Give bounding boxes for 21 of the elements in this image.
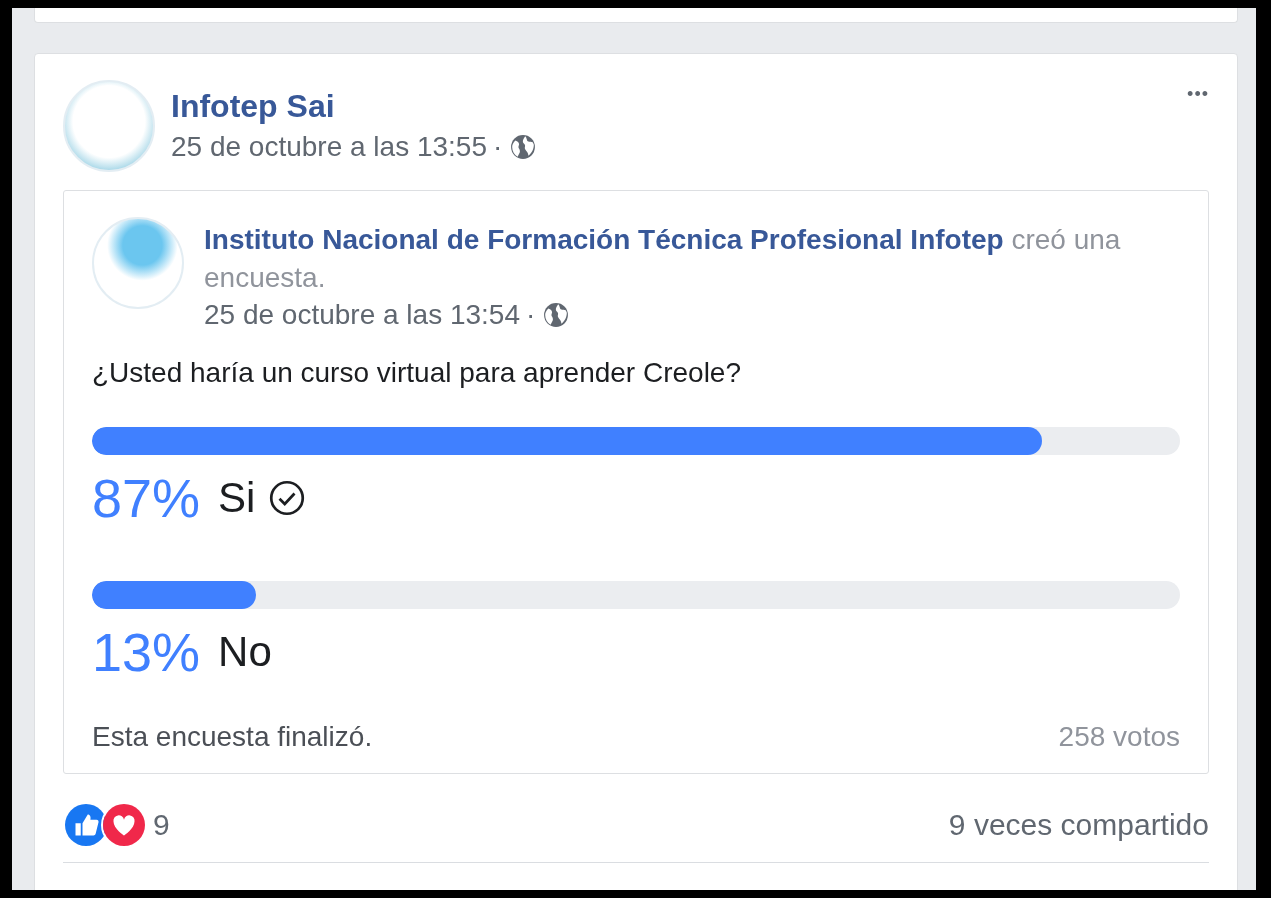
shared-post-title: Instituto Nacional de Formación Técnica Profesional Infotep creó una encuesta. [204,223,1122,295]
separator-dot: · [493,131,503,163]
vote-count[interactable]: 258 votos [1058,721,1180,753]
poll-percent: 87% [92,467,201,529]
poll-status: Esta encuesta finalizó. [92,721,373,753]
check-circle-icon [269,480,306,516]
globe-icon [510,134,537,160]
share-count-link[interactable]: 9 veces compartido [948,808,1209,842]
poll-percent: 13% [92,621,201,683]
timestamp-link[interactable]: 25 de octubre a las 13:54 [204,299,520,331]
poll-option[interactable]: 13% No [92,621,272,683]
more-options-button[interactable]: ••• [1187,80,1209,109]
globe-icon [543,302,570,328]
author-link[interactable]: Infotep Sai [171,88,335,125]
poll-question: ¿Usted haría un curso virtual para aprender Creole? [92,357,742,389]
separator-dot: · [526,299,536,331]
heart-icon [101,802,147,848]
timestamp-link[interactable]: 25 de octubre a las 13:55 [171,131,487,163]
poll-option[interactable]: 87% Si [92,467,306,529]
author-link[interactable]: Instituto Nacional de Formación Técnica Profesional Infotep [204,224,1004,255]
reaction-count[interactable]: 9 [153,808,170,842]
